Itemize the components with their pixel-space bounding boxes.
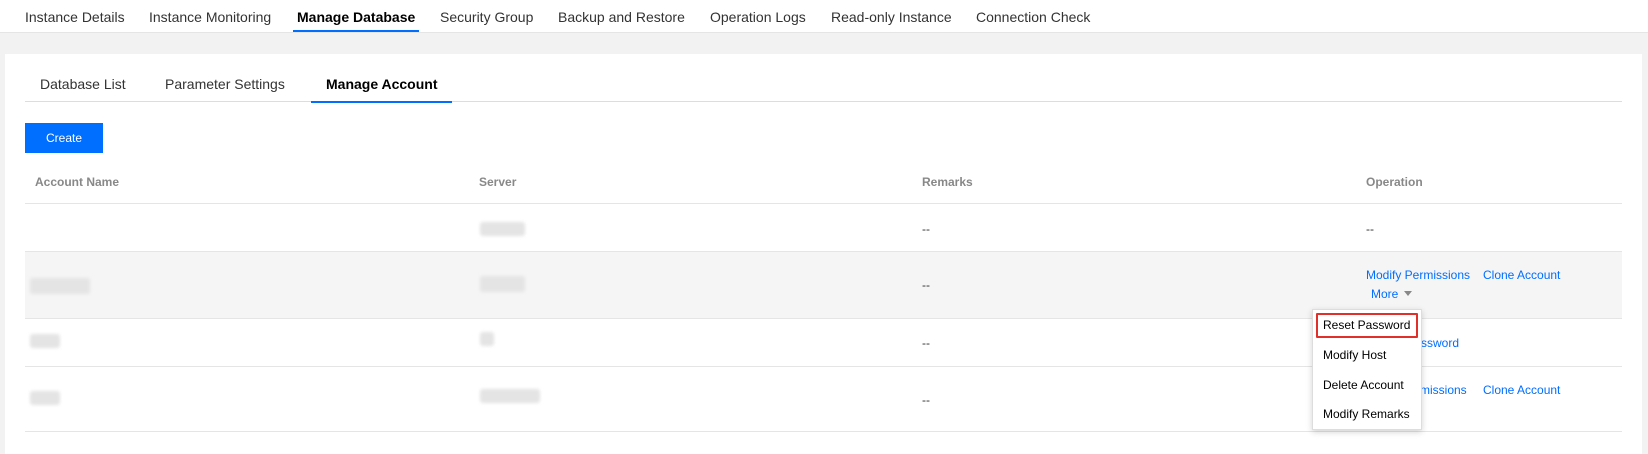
tab-connection-check[interactable]: Connection Check <box>976 0 1090 32</box>
create-button[interactable]: Create <box>25 123 103 153</box>
account-name-redacted <box>30 391 60 405</box>
chevron-down-icon <box>1404 291 1413 296</box>
account-name-redacted <box>30 334 60 348</box>
more-label: More <box>1371 287 1399 301</box>
menu-item-delete-account[interactable]: Delete Account <box>1323 378 1404 392</box>
tab-read-only-instance[interactable]: Read-only Instance <box>831 0 952 32</box>
server-value-redacted <box>480 276 525 292</box>
subtab-database-list[interactable]: Database List <box>40 66 126 102</box>
tab-security-group[interactable]: Security Group <box>440 0 533 32</box>
header-remarks: Remarks <box>922 175 973 189</box>
subtab-manage-account[interactable]: Manage Account <box>311 66 451 103</box>
reset-password-link-partial[interactable]: ssword <box>1421 336 1459 350</box>
remarks-value: -- <box>922 222 930 236</box>
header-server: Server <box>479 175 517 189</box>
modify-permissions-link-partial[interactable]: rmissions <box>1416 383 1467 397</box>
tab-manage-database[interactable]: Manage Database <box>292 0 420 32</box>
operation-value: -- <box>1366 222 1374 236</box>
remarks-value: -- <box>922 278 930 292</box>
top-nav: Instance Details Instance Monitoring Man… <box>0 0 1648 33</box>
modify-permissions-link[interactable]: Modify Permissions <box>1366 268 1470 282</box>
header-divider <box>25 203 1622 204</box>
menu-item-modify-remarks[interactable]: Modify Remarks <box>1323 407 1410 421</box>
remarks-value: -- <box>922 393 930 407</box>
tab-instance-details[interactable]: Instance Details <box>25 0 125 32</box>
scrollbar[interactable] <box>1642 54 1648 444</box>
remarks-value: -- <box>922 336 930 350</box>
server-value-redacted <box>480 389 540 403</box>
row-divider <box>25 431 1622 432</box>
sub-tabs: Database List Parameter Settings Manage … <box>25 66 1622 103</box>
tab-backup-and-restore[interactable]: Backup and Restore <box>558 0 685 32</box>
clone-account-link[interactable]: Clone Account <box>1483 268 1560 282</box>
more-dropdown-trigger[interactable]: More <box>1371 287 1413 301</box>
menu-item-reset-password[interactable]: Reset Password <box>1323 318 1410 332</box>
clone-account-link[interactable]: Clone Account <box>1483 383 1560 397</box>
server-value-redacted <box>480 222 525 236</box>
menu-item-modify-host[interactable]: Modify Host <box>1323 348 1386 362</box>
tab-operation-logs[interactable]: Operation Logs <box>710 0 806 32</box>
account-name-redacted <box>30 278 90 294</box>
server-value-redacted <box>480 332 494 346</box>
header-operation: Operation <box>1366 175 1423 189</box>
header-account-name: Account Name <box>35 175 120 189</box>
subtab-parameter-settings[interactable]: Parameter Settings <box>165 66 285 102</box>
more-dropdown-menu: Reset Password Modify Host Delete Accoun… <box>1312 309 1422 430</box>
tab-instance-monitoring[interactable]: Instance Monitoring <box>149 0 271 32</box>
